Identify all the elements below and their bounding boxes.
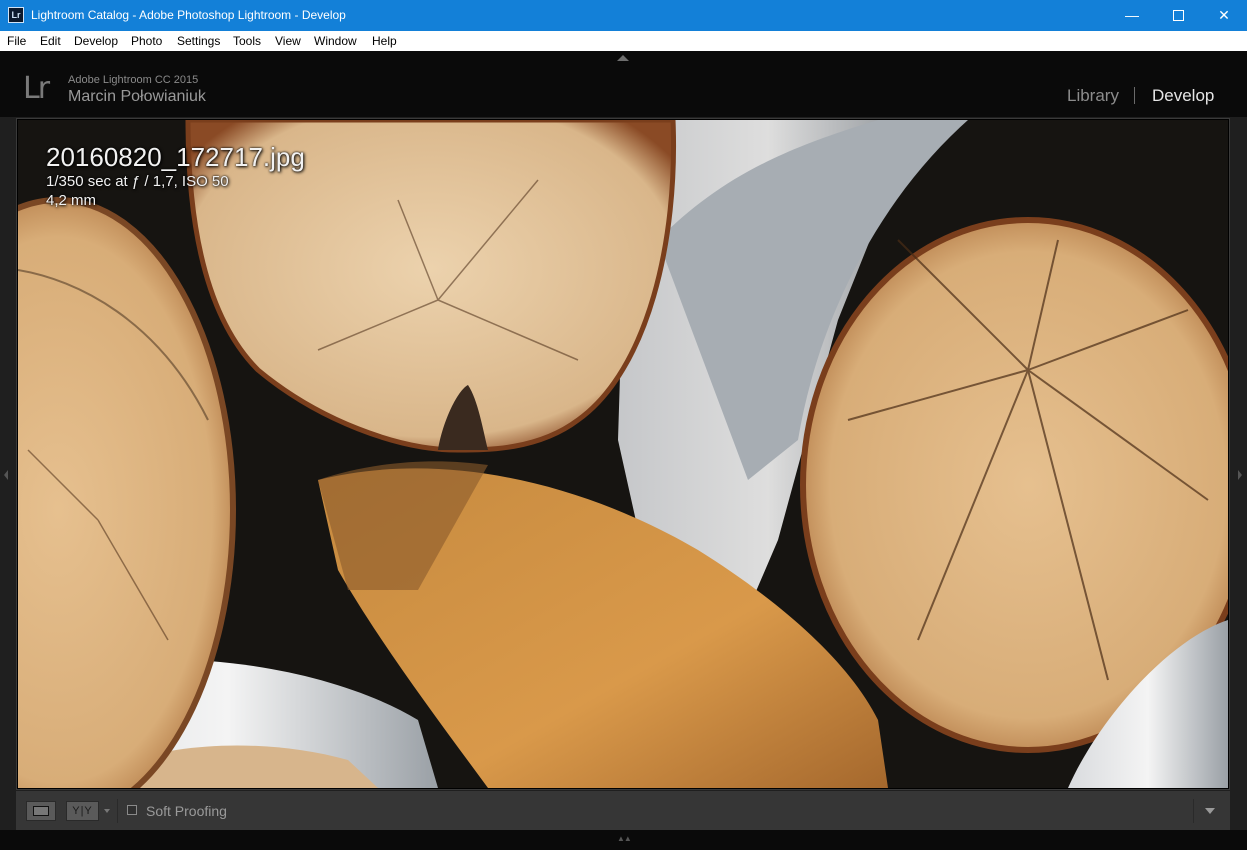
menu-photo[interactable]: Photo (131, 31, 162, 51)
menu-settings[interactable]: Settings (177, 31, 220, 51)
toolbar-divider-right (1193, 799, 1194, 823)
photo-focal-length: 4,2 mm (46, 192, 97, 209)
photo-info-overlay: 20160820_172717.jpg 1/350 sec at ƒ / 1,7… (46, 142, 305, 210)
develop-toolbar: Y|Y Soft Proofing (16, 791, 1230, 830)
photo-canvas[interactable] (16, 118, 1230, 790)
lightroom-logo: Lr (23, 71, 50, 106)
photo-exposure: 1/350 sec at ƒ / 1,7, ISO 50 (46, 173, 229, 190)
left-panel-toggle-icon[interactable] (4, 470, 8, 480)
toolbar-options-chevron-down-icon[interactable] (1205, 808, 1215, 814)
menu-bar: File Edit Develop Photo Settings Tools V… (0, 31, 1247, 52)
before-after-button[interactable]: Y|Y (66, 801, 99, 821)
photo-birch-logs (18, 120, 1228, 788)
close-button[interactable]: ✕ (1201, 0, 1247, 31)
menu-tools[interactable]: Tools (233, 31, 261, 51)
toolbar-divider (117, 799, 118, 823)
identity-user-name: Marcin Połowianiuk (68, 88, 206, 105)
menu-file[interactable]: File (7, 31, 26, 51)
window-titlebar[interactable]: Lr Lightroom Catalog - Adobe Photoshop L… (0, 0, 1247, 31)
maximize-icon (1172, 9, 1184, 21)
menu-view[interactable]: View (275, 31, 301, 51)
lightroom-app-icon[interactable]: Lr (8, 7, 24, 23)
minimize-button[interactable]: — (1109, 0, 1155, 31)
soft-proofing-checkbox[interactable] (127, 805, 137, 815)
module-divider (1134, 87, 1135, 104)
menu-window[interactable]: Window (314, 31, 357, 51)
menu-help[interactable]: Help (372, 31, 397, 51)
module-library[interactable]: Library (1067, 86, 1119, 106)
right-panel-toggle-icon[interactable] (1238, 470, 1242, 480)
soft-proofing-label[interactable]: Soft Proofing (146, 801, 227, 821)
before-after-dropdown-icon[interactable] (104, 809, 110, 813)
menu-edit[interactable]: Edit (40, 31, 61, 51)
bottom-panel-toggle-icon[interactable]: ▲▲ (617, 835, 632, 843)
loupe-view-icon (33, 806, 49, 816)
menu-develop[interactable]: Develop (74, 31, 118, 51)
product-name: Adobe Lightroom CC 2015 (68, 74, 199, 86)
maximize-button[interactable] (1155, 0, 1201, 31)
top-panel-toggle-icon[interactable] (617, 55, 629, 61)
module-develop[interactable]: Develop (1152, 86, 1214, 106)
photo-filename: 20160820_172717.jpg (46, 142, 305, 172)
window-title: Lightroom Catalog - Adobe Photoshop Ligh… (31, 8, 346, 22)
loupe-view-button[interactable] (26, 801, 56, 821)
